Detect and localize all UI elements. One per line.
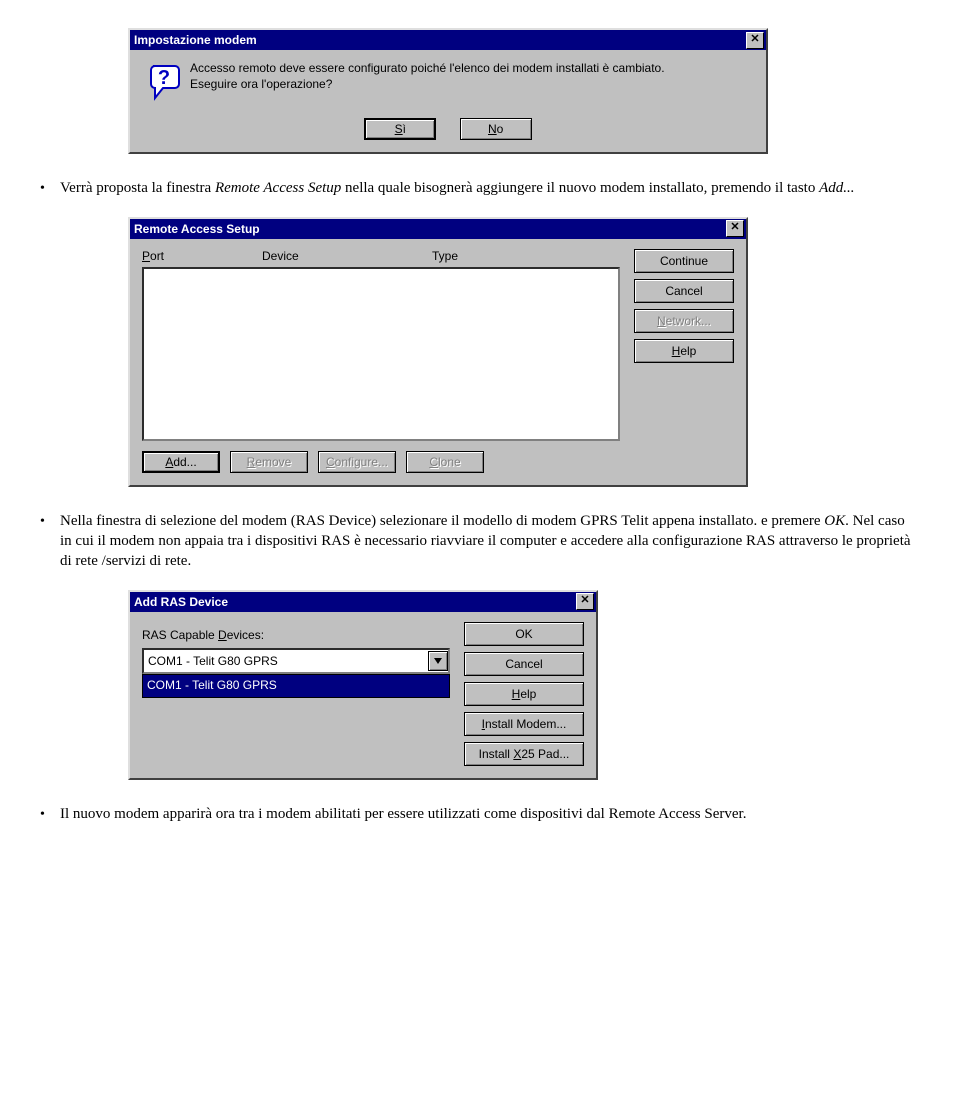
install-x25-button[interactable]: Install X25 Pad... [464, 742, 584, 766]
help-button[interactable]: Help [634, 339, 734, 363]
clone-button[interactable]: Clone [406, 451, 484, 473]
combo-dropdown[interactable]: COM1 - Telit G80 GPRS [142, 674, 450, 698]
paragraph-1: • Verrà proposta la finestra Remote Acce… [40, 178, 920, 199]
chevron-down-icon[interactable] [428, 651, 448, 671]
ok-button[interactable]: OK [464, 622, 584, 646]
dialog-message: Accesso remoto deve essere configurato p… [190, 60, 754, 92]
titlebar: Impostazione modem ✕ [130, 30, 766, 50]
yes-button[interactable]: Sì [364, 118, 436, 140]
dialog-remote-access-setup: Remote Access Setup ✕ Port Device Type A… [128, 217, 748, 487]
svg-text:?: ? [158, 67, 170, 89]
close-icon[interactable]: ✕ [746, 32, 764, 49]
no-button[interactable]: No [460, 118, 532, 140]
help-button[interactable]: Help [464, 682, 584, 706]
cancel-button[interactable]: Cancel [464, 652, 584, 676]
device-listbox[interactable] [142, 267, 620, 441]
combo-option[interactable]: COM1 - Telit G80 GPRS [143, 675, 449, 697]
dialog-title: Remote Access Setup [134, 222, 260, 236]
paragraph-3: • Il nuovo modem apparirà ora tra i mode… [40, 804, 920, 825]
add-button[interactable]: Add... [142, 451, 220, 473]
close-icon[interactable]: ✕ [576, 593, 594, 610]
question-icon: ? [142, 60, 190, 102]
cancel-button[interactable]: Cancel [634, 279, 734, 303]
dialog-title: Impostazione modem [134, 33, 257, 47]
list-headers: Port Device Type [142, 249, 620, 263]
remove-button[interactable]: Remove [230, 451, 308, 473]
continue-button[interactable]: Continue [634, 249, 734, 273]
install-modem-button[interactable]: Install Modem... [464, 712, 584, 736]
paragraph-2: • Nella finestra di selezione del modem … [40, 511, 920, 572]
titlebar: Add RAS Device ✕ [130, 592, 596, 612]
combo-value: COM1 - Telit G80 GPRS [148, 654, 278, 668]
close-icon[interactable]: ✕ [726, 220, 744, 237]
dialog-title: Add RAS Device [134, 595, 228, 609]
network-button[interactable]: Network... [634, 309, 734, 333]
dialog-impostazione-modem: Impostazione modem ✕ ? Accesso remoto de… [128, 28, 768, 154]
configure-button[interactable]: Configure... [318, 451, 396, 473]
titlebar: Remote Access Setup ✕ [130, 219, 746, 239]
dialog-add-ras-device: Add RAS Device ✕ RAS Capable Devices: CO… [128, 590, 598, 780]
devices-label: RAS Capable Devices: [142, 628, 450, 642]
devices-combobox[interactable]: COM1 - Telit G80 GPRS COM1 - Telit G80 G… [142, 648, 450, 698]
